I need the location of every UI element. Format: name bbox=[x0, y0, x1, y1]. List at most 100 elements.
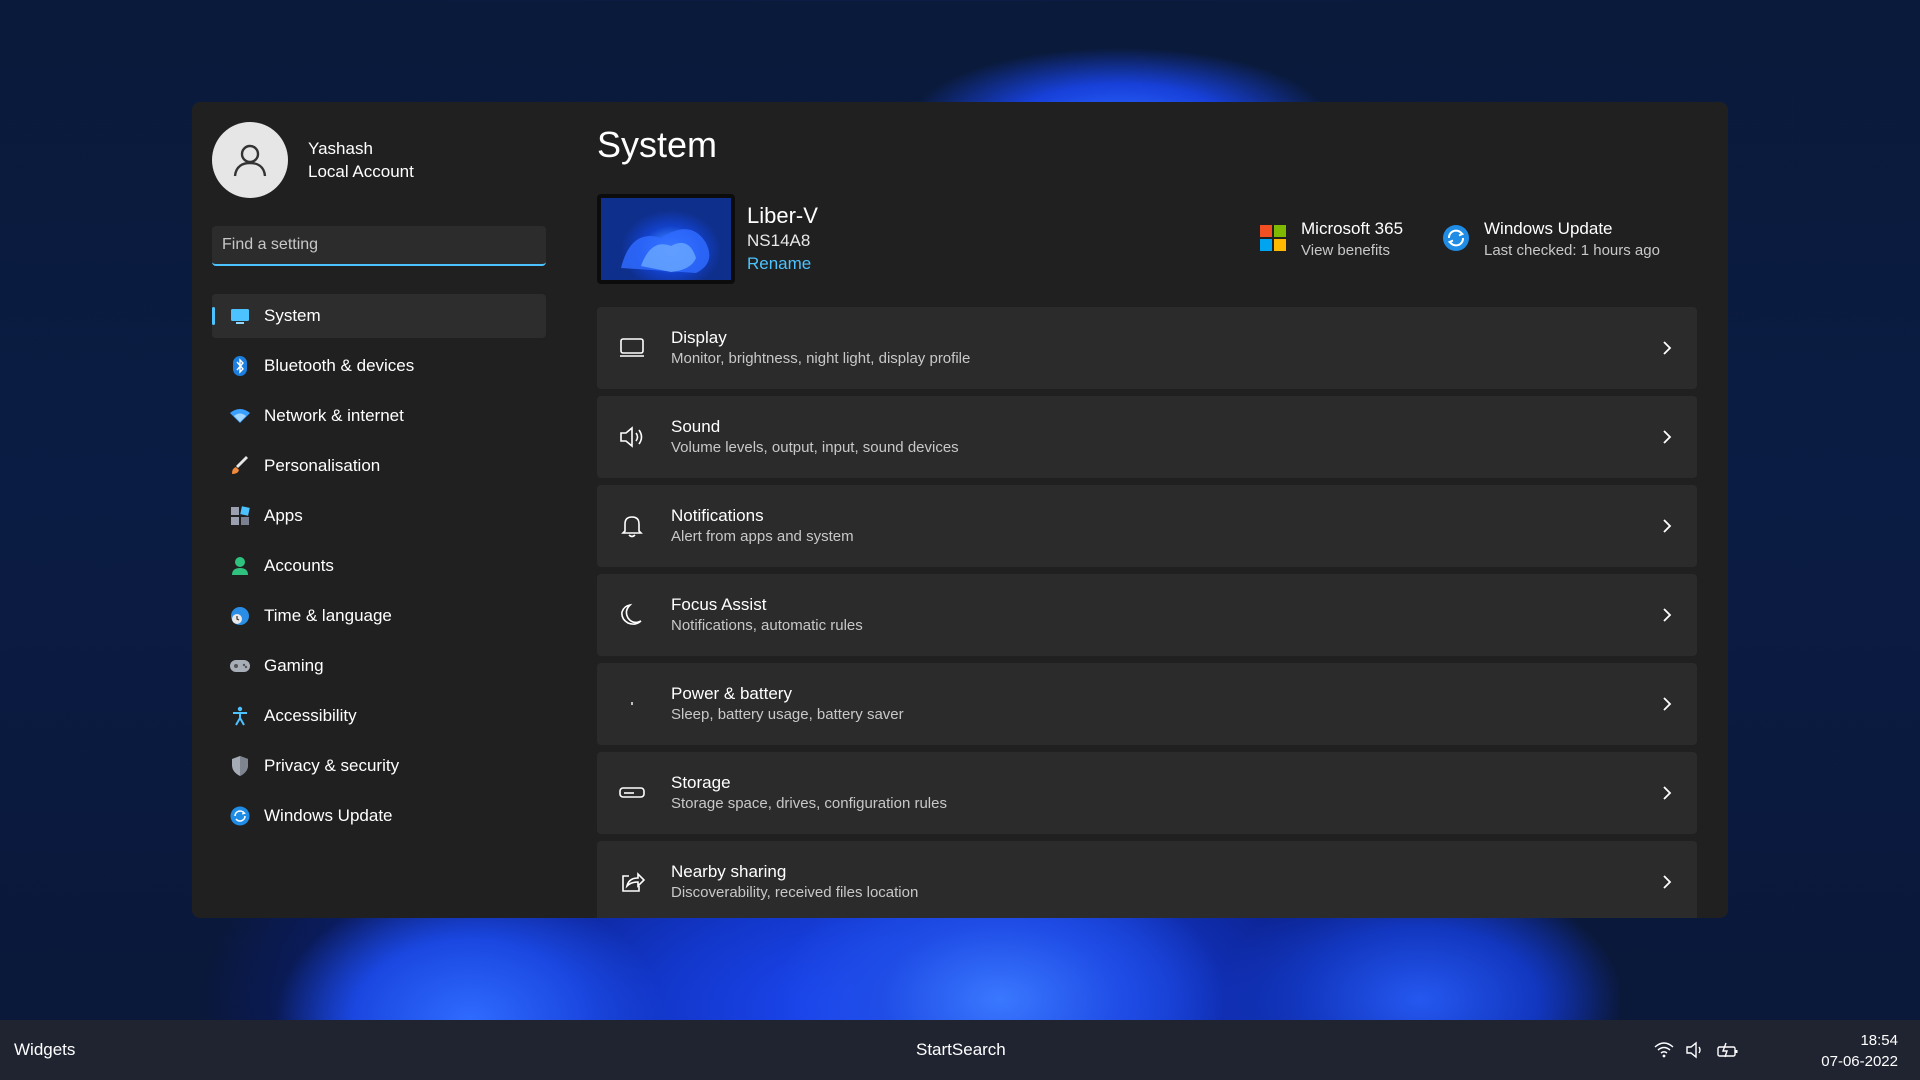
person-icon bbox=[230, 556, 250, 576]
gamepad-icon bbox=[230, 656, 250, 676]
sidebar-item-privacy[interactable]: Privacy & security bbox=[212, 744, 546, 788]
card-title: Focus Assist bbox=[671, 595, 767, 614]
storage-icon bbox=[617, 778, 647, 808]
page-title: System bbox=[597, 124, 718, 165]
card-subtitle: Storage space, drives, configuration rul… bbox=[671, 795, 947, 812]
monitor-icon bbox=[230, 306, 250, 326]
sidebar-item-label: Network & internet bbox=[264, 406, 404, 425]
device-name: Liber-V bbox=[747, 203, 818, 228]
search-input[interactable] bbox=[222, 236, 546, 254]
sidebar-item-windows-update[interactable]: Windows Update bbox=[212, 794, 546, 838]
chevron-right-icon bbox=[1663, 786, 1672, 800]
microsoft-logo-icon bbox=[1260, 225, 1286, 251]
sidebar-nav: System Bluetooth & devices Network & int… bbox=[212, 294, 546, 844]
power-icon bbox=[617, 689, 647, 719]
main-content: System Liber-V NS14A8 Rename Microsoft 3… bbox=[597, 102, 1707, 918]
card-storage[interactable]: Storage Storage space, drives, configura… bbox=[597, 752, 1697, 834]
taskbar: Widgets StartSearch 18:54 07-06-2022 bbox=[0, 1020, 1920, 1080]
card-title: Storage bbox=[671, 773, 731, 792]
card-subtitle: Sleep, battery usage, battery saver bbox=[671, 706, 904, 723]
device-wallpaper-thumbnail[interactable] bbox=[597, 194, 735, 284]
card-subtitle: Notifications, automatic rules bbox=[671, 617, 863, 634]
account-type: Local Account bbox=[308, 162, 414, 181]
card-display[interactable]: Display Monitor, brightness, night light… bbox=[597, 307, 1697, 389]
avatar[interactable] bbox=[212, 122, 288, 198]
brush-icon bbox=[230, 456, 250, 476]
start-search-button[interactable]: StartSearch bbox=[916, 1040, 1006, 1060]
sidebar-item-label: Windows Update bbox=[264, 806, 393, 825]
windows-update-title: Windows Update bbox=[1484, 219, 1613, 238]
sidebar-item-label: Apps bbox=[264, 506, 303, 525]
battery-charging-icon[interactable] bbox=[1716, 1038, 1740, 1062]
sidebar-item-network[interactable]: Network & internet bbox=[212, 394, 546, 438]
bluetooth-icon bbox=[230, 356, 250, 376]
wifi-icon bbox=[230, 406, 250, 426]
sidebar-item-label: System bbox=[264, 306, 321, 325]
card-sound[interactable]: Sound Volume levels, output, input, soun… bbox=[597, 396, 1697, 478]
accessibility-icon bbox=[230, 706, 250, 726]
chevron-right-icon bbox=[1663, 875, 1672, 889]
chevron-right-icon bbox=[1663, 519, 1672, 533]
person-icon bbox=[233, 144, 267, 177]
card-subtitle: Alert from apps and system bbox=[671, 528, 854, 545]
sidebar-item-bluetooth[interactable]: Bluetooth & devices bbox=[212, 344, 546, 388]
widgets-button[interactable]: Widgets bbox=[14, 1040, 75, 1060]
sidebar: Yashash Local Account System Bluetooth &… bbox=[192, 102, 572, 918]
sidebar-item-accessibility[interactable]: Accessibility bbox=[212, 694, 546, 738]
chevron-right-icon bbox=[1663, 608, 1672, 622]
bell-icon bbox=[617, 511, 647, 541]
rename-link[interactable]: Rename bbox=[747, 252, 818, 276]
globe-clock-icon bbox=[230, 606, 250, 626]
update-icon bbox=[230, 806, 250, 826]
sidebar-item-personalisation[interactable]: Personalisation bbox=[212, 444, 546, 488]
chevron-right-icon bbox=[1663, 341, 1672, 355]
sidebar-item-label: Time & language bbox=[264, 606, 392, 625]
card-nearby-sharing[interactable]: Nearby sharing Discoverability, received… bbox=[597, 841, 1697, 918]
sidebar-item-apps[interactable]: Apps bbox=[212, 494, 546, 538]
card-subtitle: Volume levels, output, input, sound devi… bbox=[671, 439, 959, 456]
chevron-right-icon bbox=[1663, 697, 1672, 711]
volume-icon[interactable] bbox=[1684, 1038, 1708, 1062]
sidebar-item-label: Personalisation bbox=[264, 456, 381, 475]
sidebar-item-label: Bluetooth & devices bbox=[264, 356, 415, 375]
device-info: Liber-V NS14A8 Rename bbox=[747, 202, 818, 276]
card-subtitle: Monitor, brightness, night light, displa… bbox=[671, 350, 971, 367]
system-tray bbox=[1644, 1038, 1740, 1062]
card-notifications[interactable]: Notifications Alert from apps and system bbox=[597, 485, 1697, 567]
shield-icon bbox=[230, 756, 250, 776]
display-icon bbox=[617, 333, 647, 363]
clock-date: 07-06-2022 bbox=[1821, 1053, 1898, 1070]
moon-icon bbox=[617, 600, 647, 630]
user-name: Yashash bbox=[308, 139, 373, 158]
sidebar-item-accounts[interactable]: Accounts bbox=[212, 544, 546, 588]
clock[interactable]: 18:54 07-06-2022 bbox=[1821, 1030, 1898, 1072]
apps-icon bbox=[230, 506, 250, 526]
card-focus-assist[interactable]: Focus Assist Notifications, automatic ru… bbox=[597, 574, 1697, 656]
windows-update-link[interactable]: Windows Update Last checked: 1 hours ago bbox=[1442, 218, 1660, 262]
sidebar-item-time-language[interactable]: Time & language bbox=[212, 594, 546, 638]
update-icon bbox=[1443, 225, 1469, 251]
wifi-icon[interactable] bbox=[1652, 1038, 1676, 1062]
windows-update-subtitle: Last checked: 1 hours ago bbox=[1484, 242, 1660, 259]
card-power-battery[interactable]: Power & battery Sleep, battery usage, ba… bbox=[597, 663, 1697, 745]
sidebar-item-label: Accessibility bbox=[264, 706, 357, 725]
card-title: Notifications bbox=[671, 506, 764, 525]
share-icon bbox=[617, 867, 647, 897]
settings-list: Display Monitor, brightness, night light… bbox=[597, 307, 1697, 918]
card-title: Display bbox=[671, 328, 727, 347]
microsoft365-link[interactable]: Microsoft 365 View benefits bbox=[1259, 218, 1403, 262]
sidebar-item-label: Accounts bbox=[264, 556, 334, 575]
sidebar-item-gaming[interactable]: Gaming bbox=[212, 644, 546, 688]
microsoft365-title: Microsoft 365 bbox=[1301, 219, 1404, 238]
microsoft365-subtitle: View benefits bbox=[1301, 242, 1390, 259]
clock-time: 18:54 bbox=[1860, 1032, 1898, 1049]
card-title: Nearby sharing bbox=[671, 862, 787, 881]
card-title: Sound bbox=[671, 417, 721, 436]
speaker-icon bbox=[617, 422, 647, 452]
device-model: NS14A8 bbox=[747, 231, 811, 250]
sidebar-item-system[interactable]: System bbox=[212, 294, 546, 338]
user-profile[interactable]: Yashash Local Account bbox=[212, 122, 414, 198]
sidebar-item-label: Gaming bbox=[264, 656, 324, 675]
chevron-right-icon bbox=[1663, 430, 1672, 444]
search-box[interactable] bbox=[212, 226, 546, 266]
